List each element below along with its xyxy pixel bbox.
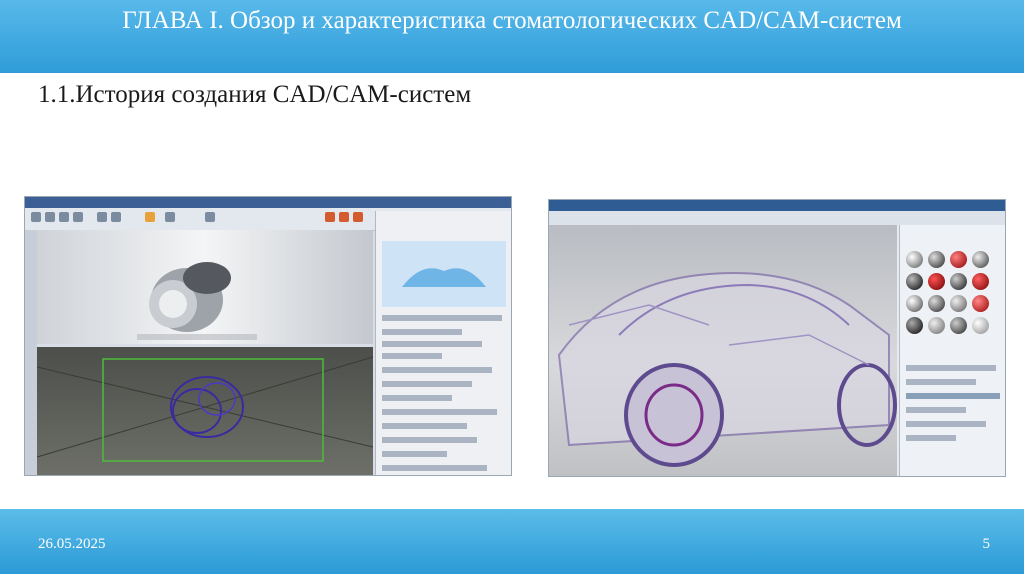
properties-panel <box>375 211 511 475</box>
shape-preview-icon <box>402 268 486 287</box>
render-viewport <box>37 230 373 344</box>
tool-palette <box>25 230 37 475</box>
app-menubar <box>25 197 511 208</box>
slide-footer: 26.05.2025 5 <box>0 509 1024 574</box>
wheel-wireframe-icon <box>36 356 374 462</box>
wireframe-viewport <box>36 347 374 475</box>
slide-title: ГЛАВА I. Обзор и характеристика стоматол… <box>122 7 902 34</box>
cad-wheel-screenshot <box>24 196 512 476</box>
cad-car-screenshot <box>548 199 1006 477</box>
page-number: 5 <box>982 536 991 552</box>
footer-date: 26.05.2025 <box>38 536 106 552</box>
slide-header: ГЛАВА I. Обзор и характеристика стоматол… <box>0 0 1024 73</box>
material-preview <box>382 241 506 307</box>
car-wireframe-icon <box>557 272 897 467</box>
app-menubar <box>549 200 1005 211</box>
car-wireframe-viewport <box>549 225 897 476</box>
app-toolbar <box>549 211 1005 225</box>
wheel-render-icon <box>137 262 257 340</box>
slide-subtitle: 1.1.История создания CAD/CAM-систем <box>38 81 472 108</box>
materials-panel <box>899 225 1005 476</box>
